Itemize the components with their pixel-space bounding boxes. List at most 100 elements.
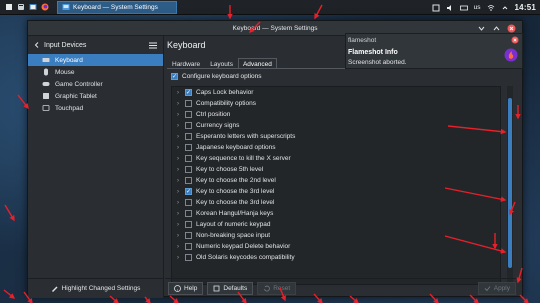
maximize-icon[interactable] [492,24,501,33]
option-row[interactable]: › Non-breaking space input [172,230,500,241]
sidebar-list: Keyboard Mouse Game Controller Graphic Tabl… [28,54,163,114]
expand-chevron-icon[interactable]: › [175,222,181,228]
sidebar-item-touchpad[interactable]: Touchpad [28,102,163,114]
option-checkbox[interactable] [185,177,192,184]
sidebar-item-label: Touchpad [55,104,84,112]
option-label: Numeric keypad Delete behavior [196,243,291,250]
option-checkbox[interactable]: ✓ [185,188,192,195]
sidebar-item-label: Keyboard [55,56,83,64]
option-checkbox[interactable] [185,166,192,173]
option-row[interactable]: › Compatibility options [172,98,500,109]
option-row[interactable]: › Key to choose 5th level [172,164,500,175]
option-checkbox[interactable] [185,210,192,217]
option-row[interactable]: › Esperanto letters with superscripts [172,131,500,142]
option-checkbox[interactable]: ✓ [185,89,192,96]
option-checkbox[interactable] [185,144,192,151]
expand-chevron-icon[interactable]: › [175,112,181,118]
apply-button[interactable]: Apply [477,282,516,295]
sidebar-title: Input Devices [44,41,87,49]
option-checkbox[interactable] [185,122,192,129]
wifi-icon[interactable] [487,4,495,12]
option-checkbox[interactable] [185,243,192,250]
highlight-changed-settings-button[interactable]: Highlight Changed Settings [28,278,163,298]
expand-chevron-icon[interactable]: › [175,244,181,250]
expand-chevron-icon[interactable]: › [175,123,181,129]
option-row[interactable]: › Layout of numeric keypad [172,219,500,230]
top-panel: Keyboard — System Settings us 14:51 [0,0,540,15]
expand-chevron-icon[interactable]: › [175,200,181,206]
option-row[interactable]: › ✓ Key to choose the 3rd level [172,186,500,197]
volume-icon[interactable] [446,4,454,12]
help-button[interactable]: Help [168,282,204,295]
option-checkbox[interactable] [185,111,192,118]
panel-launchers [0,3,49,11]
expand-chevron-icon[interactable]: › [175,189,181,195]
option-row[interactable]: › Key to choose the 3rd level [172,197,500,208]
clock[interactable]: 14:51 [515,3,536,12]
option-checkbox[interactable] [185,133,192,140]
minimize-icon[interactable] [477,24,486,33]
notification-app-name: flameshot [348,37,377,44]
expand-chevron-icon[interactable]: › [175,233,181,239]
option-row[interactable]: › Key to choose the 2nd level [172,175,500,186]
files-icon[interactable] [17,3,25,11]
expand-tray-icon[interactable] [501,4,509,12]
expand-chevron-icon[interactable]: › [175,167,181,173]
keyboard-icon[interactable] [459,4,468,12]
option-checkbox[interactable] [185,221,192,228]
scrollbar-thumb[interactable] [508,98,512,268]
option-row[interactable]: › Ctrl position [172,109,500,120]
reset-button[interactable]: Reset [257,282,297,295]
options-scrollbar[interactable] [507,86,513,285]
option-row[interactable]: › Key sequence to kill the X server [172,153,500,164]
option-label: Esperanto letters with superscripts [196,133,296,140]
option-row[interactable]: › Currency signs [172,120,500,131]
notification-body: Screenshot aborted. [348,59,407,66]
expand-chevron-icon[interactable]: › [175,156,181,162]
browser-icon[interactable] [41,3,49,11]
hamburger-menu-icon[interactable] [149,42,157,49]
app-launcher-icon[interactable] [5,3,13,11]
option-checkbox[interactable] [185,199,192,206]
sidebar: Input Devices Keyboard Mouse Game Controll… [28,36,164,298]
highlighter-icon [51,286,58,292]
option-label: Key to choose the 3rd level [196,188,275,195]
defaults-button[interactable]: Defaults [207,282,254,295]
terminal-icon[interactable] [29,3,37,11]
taskbar-task-system-settings[interactable]: Keyboard — System Settings [57,0,177,14]
close-icon[interactable] [507,24,516,33]
expand-chevron-icon[interactable]: › [175,211,181,217]
reset-icon [264,285,271,292]
expand-chevron-icon[interactable]: › [175,134,181,140]
option-row[interactable]: › ✓ Caps Lock behavior [172,87,500,98]
option-label: Ctrl position [196,111,231,118]
taskbar-task-label: Keyboard — System Settings [73,3,158,11]
configure-checkbox[interactable]: ✓ [171,73,178,80]
option-row[interactable]: › Japanese keyboard options [172,142,500,153]
sidebar-item-graphic-tablet[interactable]: Graphic Tablet [28,90,163,102]
network-icon[interactable] [432,4,440,12]
option-checkbox[interactable] [185,232,192,239]
configure-keyboard-options[interactable]: ✓ Configure keyboard options [171,73,262,80]
expand-chevron-icon[interactable]: › [175,178,181,184]
back-arrow-icon[interactable] [34,42,40,48]
sidebar-item-keyboard[interactable]: Keyboard [28,54,163,66]
flameshot-notification[interactable]: flameshot Flameshot Info Screenshot abor… [345,33,523,69]
expand-chevron-icon[interactable]: › [175,101,181,107]
gamepad-icon [42,82,50,86]
defaults-icon [213,285,220,292]
keyboard-layout-indicator[interactable]: us [474,4,481,11]
option-row[interactable]: › Old Solaris keycodes compatibility [172,252,500,263]
option-label: Caps Lock behavior [196,89,254,96]
expand-chevron-icon[interactable]: › [175,255,181,261]
expand-chevron-icon[interactable]: › [175,145,181,151]
sidebar-item-mouse[interactable]: Mouse [28,66,163,78]
option-checkbox[interactable] [185,100,192,107]
sidebar-item-game-controller[interactable]: Game Controller [28,78,163,90]
close-icon[interactable] [511,36,519,44]
option-checkbox[interactable] [185,254,192,261]
expand-chevron-icon[interactable]: › [175,90,181,96]
option-row[interactable]: › Numeric keypad Delete behavior [172,241,500,252]
option-checkbox[interactable] [185,155,192,162]
option-row[interactable]: › Korean Hangul/Hanja keys [172,208,500,219]
